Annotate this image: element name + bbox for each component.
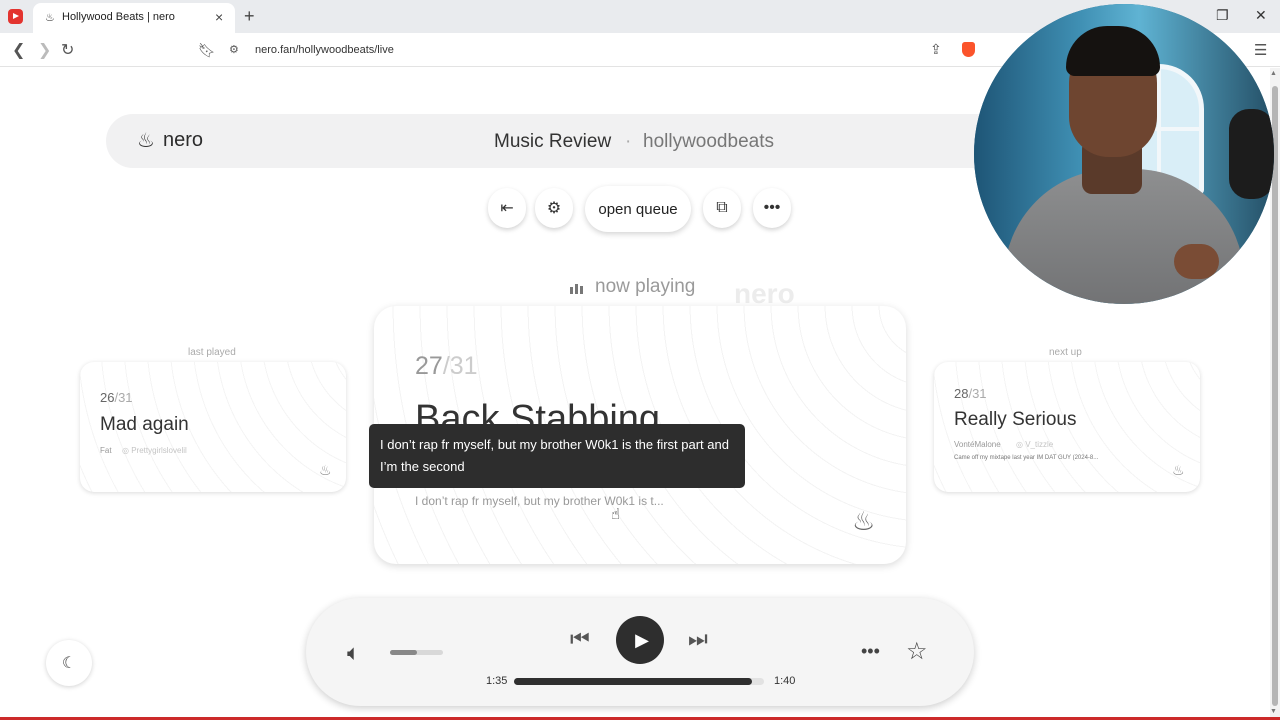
scroll-down-icon[interactable]: ▼ <box>1270 708 1277 715</box>
nero-flame-icon: ♨ <box>319 462 332 478</box>
instagram-handle[interactable]: ◎ Prettygirlslovelil <box>122 446 187 455</box>
next-track-button[interactable]: ⏭︎ <box>688 626 708 652</box>
play-button[interactable]: ▶ <box>616 616 664 664</box>
track-title: Mad again <box>100 414 189 435</box>
url-field[interactable]: nero.fan/hollywoodbeats/live <box>255 44 394 56</box>
settings-button[interactable]: ⚙ <box>535 188 573 228</box>
exit-button[interactable]: ⇤ <box>488 188 526 228</box>
popout-icon: ⧉ <box>716 199 728 216</box>
player-more-button[interactable]: ••• <box>861 641 880 662</box>
more-options-button[interactable]: ••• <box>753 188 791 228</box>
tab-title: Hollywood Beats | nero <box>62 11 175 23</box>
track-artist: Fat <box>100 446 112 455</box>
last-played-card[interactable]: 26/31 Mad again Fat ◎ Prettygirlslovelil… <box>80 362 346 492</box>
pointer-cursor-icon: ☝ <box>611 506 621 523</box>
new-tab-button[interactable]: + <box>244 6 255 27</box>
equalizer-icon <box>570 282 586 294</box>
browser-tab[interactable]: ♨ Hollywood Beats | nero × <box>33 3 235 33</box>
screen: ♨ Hollywood Beats | nero × + ❐ ✕ ❮ ❯ ↻ 🔖… <box>0 0 1280 720</box>
more-icon: ••• <box>763 199 781 216</box>
open-queue-button[interactable]: open queue <box>585 186 691 232</box>
share-icon[interactable]: ⇪ <box>930 41 942 58</box>
seek-progress-fill <box>514 678 752 685</box>
volume-fill <box>390 650 417 655</box>
gear-icon: ⚙ <box>546 200 562 217</box>
instagram-handle[interactable]: ◎ V_tizzle <box>1016 440 1053 449</box>
reload-icon[interactable]: ↻ <box>61 40 74 60</box>
site-settings-icon[interactable]: ⚙ <box>229 43 239 56</box>
exit-icon: ⇤ <box>500 200 514 217</box>
webcam-person-hand <box>1174 244 1219 279</box>
track-number: 27/31 <box>415 352 478 380</box>
total-time: 1:40 <box>774 675 796 687</box>
page-subtitle: hollywoodbeats <box>643 131 774 152</box>
webcam-overlay <box>974 4 1274 304</box>
tab-close-icon[interactable]: × <box>215 9 223 25</box>
star-icon[interactable]: ☆ <box>906 637 928 666</box>
last-played-label: last played <box>188 347 236 358</box>
now-playing-label: now playing <box>595 276 696 297</box>
track-number: 28/31 <box>954 386 987 401</box>
title-separator: · <box>625 131 632 152</box>
nero-logo-icon: ♨ <box>137 130 155 152</box>
previous-track-button[interactable]: ⏮︎ <box>570 626 590 652</box>
nero-flame-icon: ♨ <box>852 506 876 536</box>
track-title: Really Serious <box>954 409 1077 430</box>
track-description[interactable]: I don’t rap fr myself, but my brother W0… <box>415 494 664 508</box>
nero-flame-icon: ♨ <box>45 12 55 24</box>
track-number: 26/31 <box>100 390 133 405</box>
nero-flame-icon: ♨ <box>1172 462 1185 478</box>
popout-button[interactable]: ⧉ <box>703 188 741 228</box>
volume-slider[interactable] <box>390 650 443 655</box>
webcam-microphone <box>1229 109 1274 199</box>
next-up-card[interactable]: 28/31 Really Serious VontéMalone ◎ V_tiz… <box>934 362 1200 492</box>
current-time: 1:35 <box>486 675 508 687</box>
moon-icon: ☾ <box>61 655 77 672</box>
description-tooltip: I don’t rap fr myself, but my brother W0… <box>369 424 745 488</box>
track-description: Came off my mixtape last year IM DAT GUY… <box>954 455 1099 461</box>
next-up-label: next up <box>1049 347 1082 358</box>
forward-icon[interactable]: ❯ <box>38 40 51 60</box>
youtube-icon[interactable] <box>8 9 23 24</box>
seek-slider[interactable] <box>514 678 764 685</box>
theme-toggle-button[interactable]: ☾ <box>46 640 92 686</box>
logo-text[interactable]: nero <box>163 129 203 152</box>
volume-icon[interactable]: 🔈︎ <box>347 640 360 666</box>
track-artist: VontéMalone <box>954 440 1001 449</box>
back-icon[interactable]: ❮ <box>12 40 25 60</box>
page-title: Music Review <box>494 131 612 152</box>
play-icon: ▶ <box>635 629 649 650</box>
bookmark-icon[interactable]: 🔖︎ <box>198 42 216 59</box>
